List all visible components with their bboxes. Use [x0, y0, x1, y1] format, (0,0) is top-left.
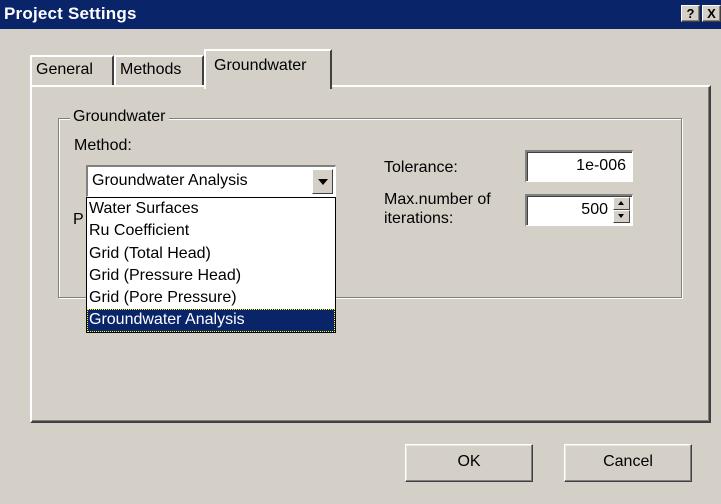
tolerance-input[interactable]: 1e-006 — [525, 150, 633, 182]
list-item[interactable]: Ru Coefficient — [87, 220, 335, 242]
max-iterations-label: Max.number of iterations: — [384, 190, 491, 228]
max-iterations-label-line2: iterations: — [384, 210, 454, 227]
ok-button[interactable]: OK — [405, 444, 533, 482]
help-button[interactable]: ? — [681, 5, 700, 22]
tab-methods[interactable]: Methods — [114, 55, 204, 85]
tab-general[interactable]: General — [30, 55, 114, 85]
list-item[interactable]: Grid (Pore Pressure) — [87, 287, 335, 309]
list-item[interactable]: Grid (Pressure Head) — [87, 265, 335, 287]
title-bar: Project Settings ? X — [0, 0, 721, 29]
obscured-label-fragment: P — [73, 211, 84, 228]
max-iterations-spinner[interactable] — [613, 197, 630, 223]
list-item[interactable]: Water Surfaces — [87, 198, 335, 220]
chevron-down-icon[interactable] — [312, 169, 333, 194]
close-button[interactable]: X — [702, 5, 721, 22]
tab-groundwater[interactable]: Groundwater — [204, 49, 332, 89]
spin-down-icon[interactable] — [613, 210, 630, 223]
groupbox-title: Groundwater — [70, 108, 169, 126]
cancel-button[interactable]: Cancel — [564, 444, 692, 482]
method-dropdown-list[interactable]: Water Surfaces Ru Coefficient Grid (Tota… — [86, 197, 336, 333]
list-item[interactable]: Grid (Total Head) — [87, 243, 335, 265]
method-label: Method: — [74, 137, 132, 154]
method-combobox-value: Groundwater Analysis — [92, 172, 248, 189]
list-item-selected[interactable]: Groundwater Analysis — [87, 309, 335, 332]
spin-up-icon[interactable] — [613, 197, 630, 210]
tolerance-label: Tolerance: — [384, 159, 458, 176]
method-combobox[interactable]: Groundwater Analysis — [86, 165, 336, 197]
window-title: Project Settings — [4, 4, 137, 23]
max-iterations-label-line1: Max.number of — [384, 191, 491, 208]
